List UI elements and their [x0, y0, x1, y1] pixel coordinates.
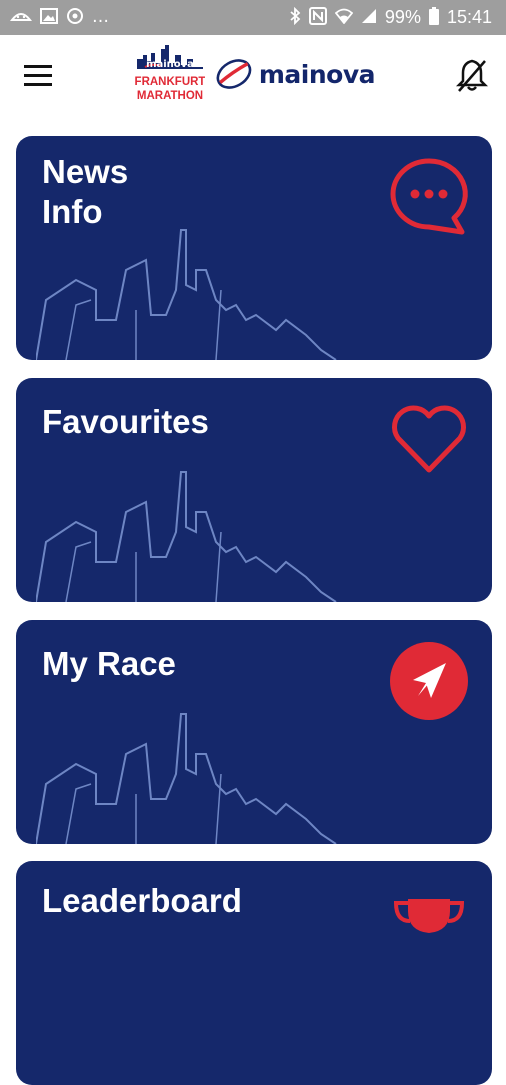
trophy-icon: [388, 881, 470, 963]
favourites-card[interactable]: Favourites: [16, 378, 492, 602]
wifi-icon: [334, 8, 354, 28]
bluetooth-icon: [289, 6, 301, 29]
battery-percent: 99%: [384, 7, 421, 27]
nfc-icon: [308, 6, 327, 29]
status-bar-right: 99% 15:41: [289, 6, 506, 29]
card-title-line: Favourites: [42, 403, 209, 440]
skyline-graphic: [36, 229, 337, 360]
card-title: Favourites: [42, 402, 209, 442]
frankfurt-marathon-logo: mainova FRANKFURT MARATHON: [135, 43, 205, 109]
notifications-off-button[interactable]: [455, 57, 489, 93]
card-title: My Race: [42, 644, 176, 684]
more-dots: …: [92, 7, 109, 27]
status-time: 15:41: [446, 7, 492, 27]
card-title-line: Leaderboard: [42, 882, 242, 919]
news-info-card[interactable]: News Info: [16, 136, 492, 360]
navigation-arrow-icon: [388, 640, 470, 722]
card-title: News Info: [42, 152, 128, 232]
skyline-graphic: [36, 713, 337, 844]
card-title-line: Info: [42, 193, 103, 230]
menu-icon-line: [24, 74, 52, 77]
heart-icon: [388, 398, 470, 480]
menu-icon-line: [24, 83, 52, 86]
card-title-line: My Race: [42, 645, 176, 682]
mainova-logo: mainova: [215, 51, 376, 97]
marathon-logo-mainova: mainova: [146, 59, 194, 70]
my-race-card[interactable]: My Race: [16, 620, 492, 844]
leaderboard-card[interactable]: Leaderboard: [16, 861, 492, 1085]
bell-off-icon: [455, 59, 489, 92]
card-title-line: News: [42, 153, 129, 190]
app-bar: mainova FRANKFURT MARATHON mainova: [0, 35, 506, 120]
image-icon: [40, 7, 58, 28]
chat-bubble-icon: [388, 156, 470, 238]
sync-icon: [66, 7, 84, 29]
marathon-logo-frankfurt: FRANKFURT: [135, 76, 205, 88]
signal-icon: [361, 8, 377, 28]
marathon-logo-marathon: MARATHON: [137, 90, 203, 102]
battery-icon: [428, 6, 439, 29]
menu-button[interactable]: [24, 65, 54, 87]
status-bar: … 99% 15:41: [0, 0, 506, 35]
mainova-wordmark: mainova: [258, 59, 376, 89]
skyline-graphic: [36, 471, 337, 602]
mainova-swoosh-icon: [216, 59, 252, 89]
card-title: Leaderboard: [42, 881, 242, 921]
status-bar-left: …: [0, 7, 109, 29]
menu-icon-line: [24, 65, 52, 68]
android-debug-icon: [9, 8, 33, 28]
